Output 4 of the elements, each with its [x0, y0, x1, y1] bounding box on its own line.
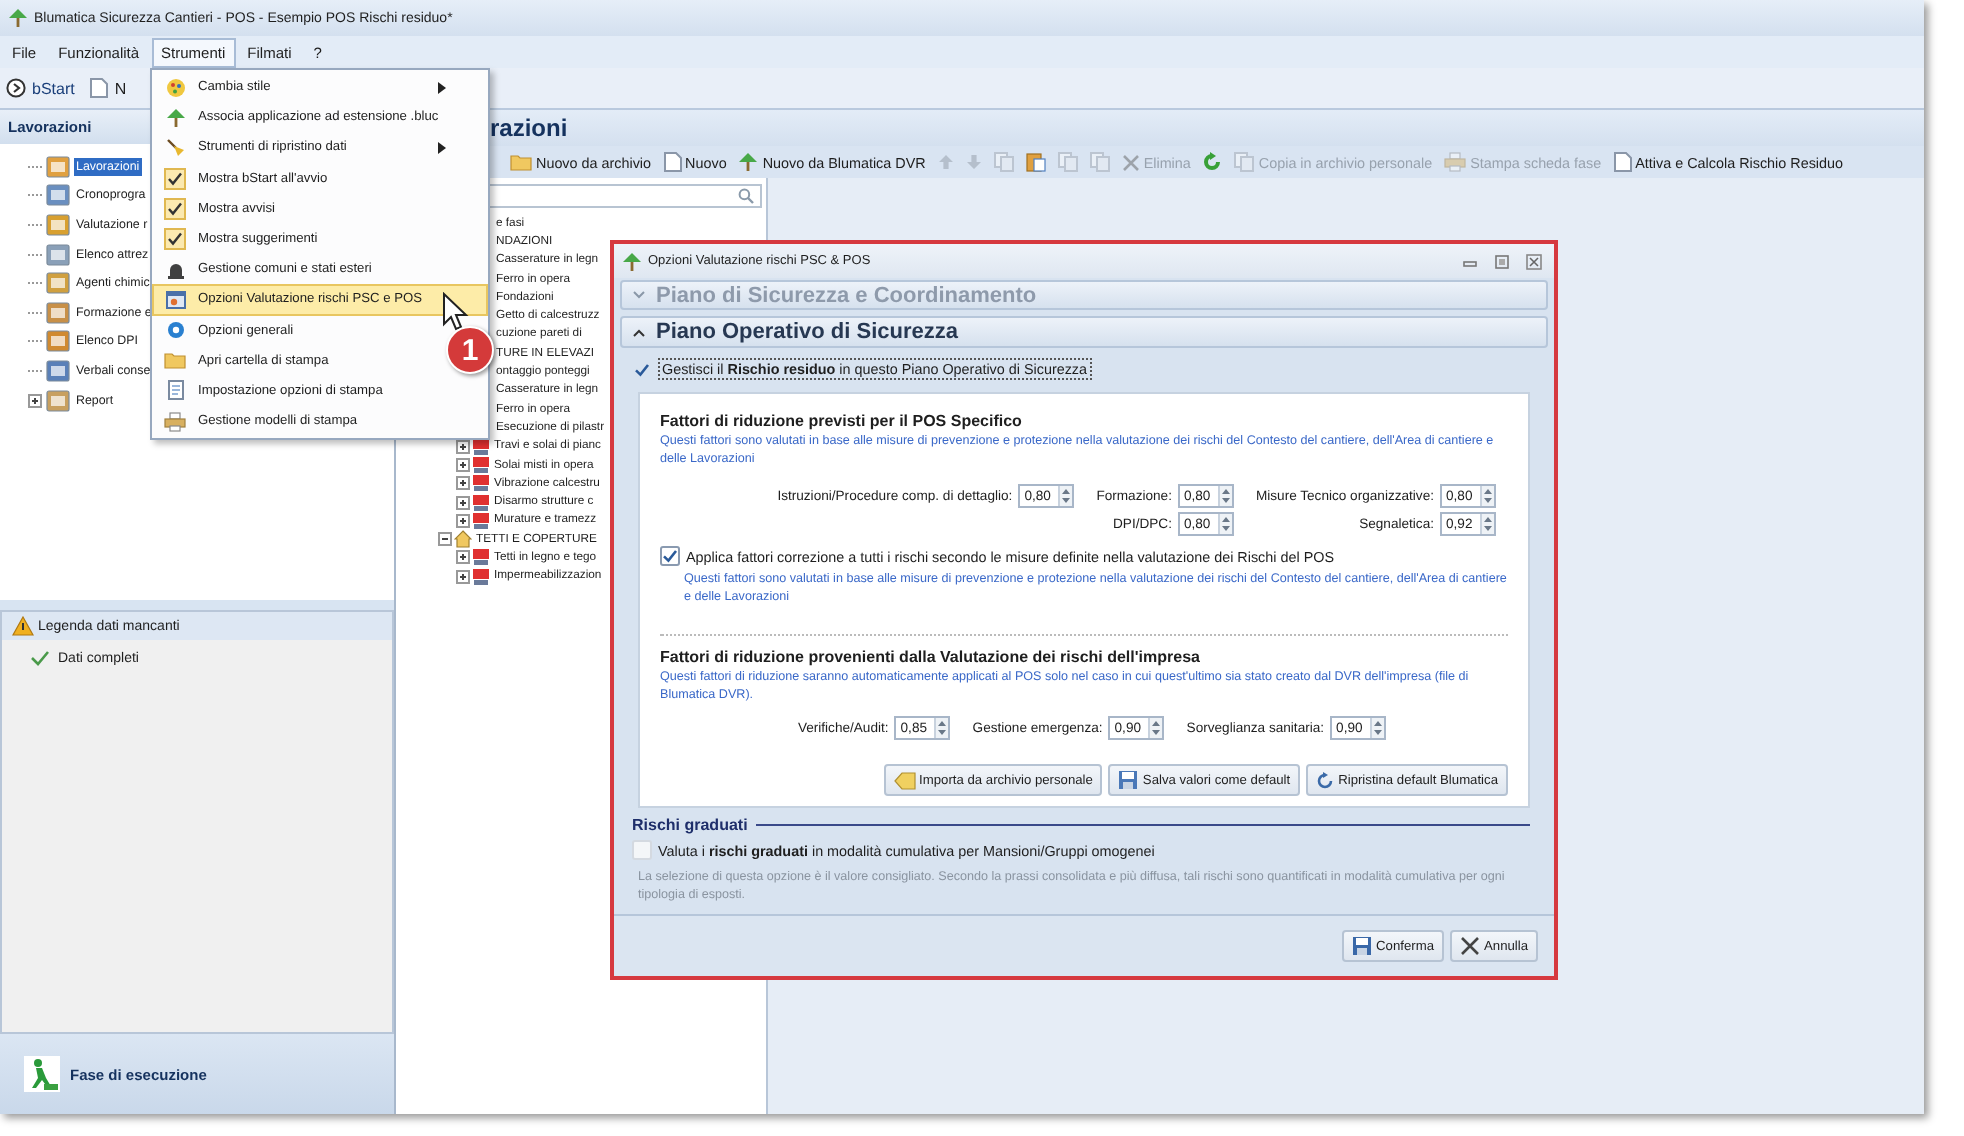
group-title: Fattori di riduzione previsti per il POS Specifico: [660, 412, 1024, 430]
group-title: Rischi graduati: [632, 816, 748, 834]
section-title: razioni: [490, 114, 568, 142]
group-title: Fattori di riduzione provenienti dalla Valutazione dei rischi dell'impresa: [660, 648, 1202, 666]
